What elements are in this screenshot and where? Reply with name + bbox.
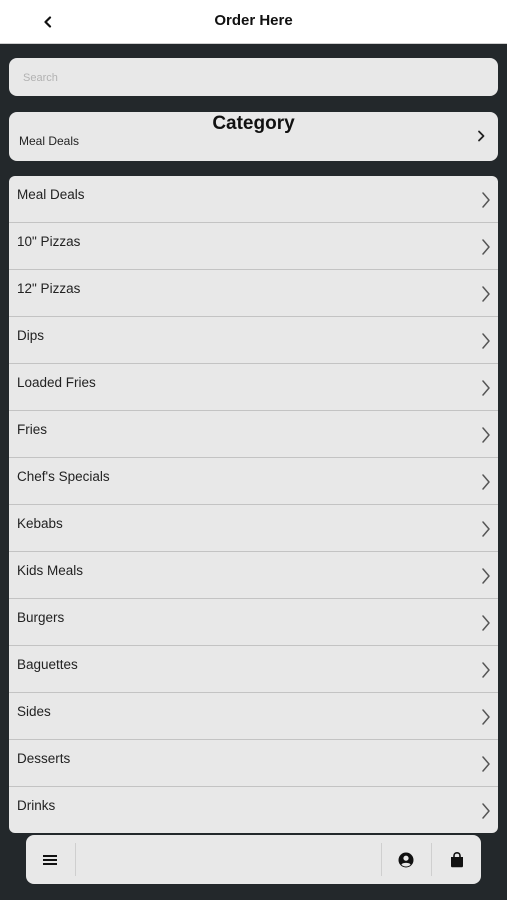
chevron-right-icon bbox=[482, 474, 490, 490]
category-title: Category bbox=[212, 113, 295, 134]
list-item[interactable]: 10" Pizzas bbox=[9, 223, 498, 270]
chevron-right-icon bbox=[482, 756, 490, 772]
chevron-right-icon bbox=[482, 709, 490, 725]
list-item[interactable]: Kebabs bbox=[9, 505, 498, 552]
list-item-label: Fries bbox=[17, 422, 47, 437]
list-item-label: Loaded Fries bbox=[17, 375, 96, 390]
chevron-right-icon bbox=[482, 286, 490, 302]
list-item-label: Meal Deals bbox=[17, 187, 85, 202]
list-item[interactable]: Meal Deals bbox=[9, 176, 498, 223]
list-item-label: 12" Pizzas bbox=[17, 281, 81, 296]
hamburger-menu-icon bbox=[43, 855, 57, 865]
user-circle-icon bbox=[398, 852, 414, 868]
chevron-right-icon bbox=[482, 521, 490, 537]
account-button[interactable] bbox=[391, 845, 421, 875]
list-item-label: Burgers bbox=[17, 610, 65, 625]
list-item-label: Kebabs bbox=[17, 516, 63, 531]
chevron-right-icon bbox=[482, 192, 490, 208]
app-header: Order Here bbox=[0, 0, 507, 44]
list-item[interactable]: Kids Meals bbox=[9, 552, 498, 599]
divider bbox=[75, 843, 76, 876]
chevron-right-icon bbox=[482, 333, 490, 349]
list-item-label: Desserts bbox=[17, 751, 71, 766]
list-item[interactable]: Loaded Fries bbox=[9, 364, 498, 411]
list-item[interactable]: 12" Pizzas bbox=[9, 270, 498, 317]
list-item[interactable]: Chef's Specials bbox=[9, 458, 498, 505]
category-list: Meal Deals 10" Pizzas 12" Pizzas Dips Loaded… bbox=[9, 176, 498, 833]
chevron-right-icon bbox=[482, 427, 490, 443]
search-input[interactable] bbox=[21, 67, 485, 89]
category-selected-value: Meal Deals bbox=[19, 134, 80, 148]
list-item[interactable]: Desserts bbox=[9, 740, 498, 787]
chevron-right-icon bbox=[482, 568, 490, 584]
chevron-right-icon bbox=[482, 662, 490, 678]
list-item-label: Drinks bbox=[17, 798, 56, 813]
chevron-right-icon bbox=[482, 615, 490, 631]
list-item[interactable]: Sides bbox=[9, 693, 498, 740]
search-box bbox=[9, 58, 498, 96]
list-item[interactable]: Baguettes bbox=[9, 646, 498, 693]
list-item-label: Baguettes bbox=[17, 657, 78, 672]
list-item[interactable]: Drinks bbox=[9, 787, 498, 833]
list-item-label: Dips bbox=[17, 328, 45, 343]
chevron-right-icon bbox=[482, 239, 490, 255]
page-title: Order Here bbox=[214, 12, 293, 29]
list-item[interactable]: Burgers bbox=[9, 599, 498, 646]
list-item-label: Kids Meals bbox=[17, 563, 84, 578]
divider bbox=[381, 843, 382, 876]
cart-button[interactable] bbox=[442, 845, 472, 875]
category-selector[interactable]: Category Meal Deals bbox=[9, 112, 498, 161]
menu-button[interactable] bbox=[35, 845, 65, 875]
list-item[interactable]: Dips bbox=[9, 317, 498, 364]
list-item[interactable]: Fries bbox=[9, 411, 498, 458]
shopping-bag-icon bbox=[451, 852, 463, 868]
chevron-right-icon bbox=[482, 803, 490, 819]
list-item-label: Sides bbox=[17, 704, 51, 719]
bottom-nav-bar bbox=[26, 835, 481, 884]
chevron-right-icon bbox=[478, 130, 485, 142]
divider bbox=[431, 843, 432, 876]
chevron-right-icon bbox=[482, 380, 490, 396]
list-item-label: 10" Pizzas bbox=[17, 234, 81, 249]
list-item-label: Chef's Specials bbox=[17, 469, 110, 484]
